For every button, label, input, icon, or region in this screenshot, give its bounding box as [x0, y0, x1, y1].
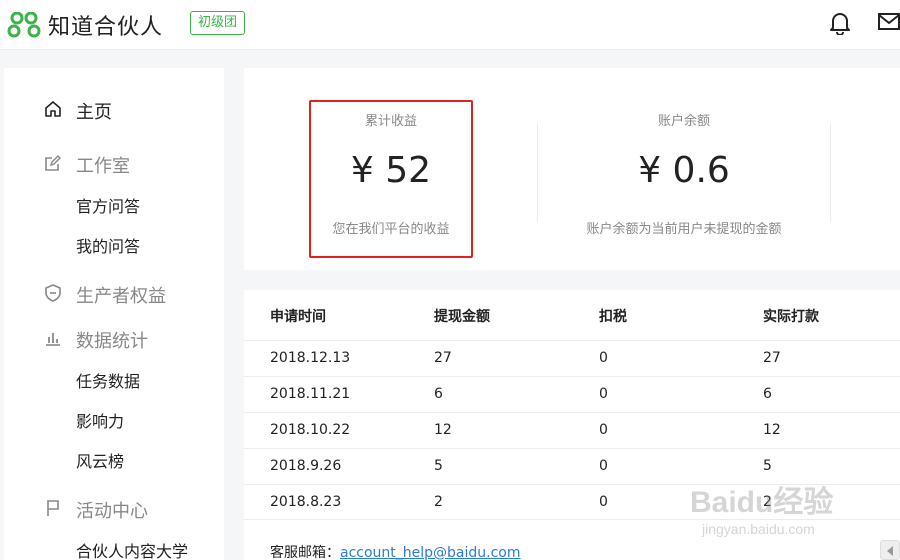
table-cell: 6	[434, 386, 443, 402]
sidebar-nav: 主页 工作室 官方问答 我的问答 生产者权益 数据统计 任务数据 影响力 风云榜…	[4, 68, 224, 560]
mail-icon[interactable]	[878, 13, 900, 35]
top-header: 知道合伙人 初级团	[0, 0, 900, 50]
logo-text: 知道合伙人	[48, 15, 164, 40]
table-cell: 6	[763, 386, 772, 402]
column-header-withdraw-amount: 提现金额	[434, 309, 490, 325]
table-cell: 0	[599, 422, 608, 438]
bar-chart-icon	[46, 333, 60, 346]
table-cell: 2018.8.23	[270, 494, 342, 510]
bell-icon[interactable]	[829, 11, 851, 39]
table-cell: 2	[434, 494, 443, 510]
stat-value: ¥ 0.6	[638, 150, 730, 191]
table-cell: 27	[434, 350, 452, 366]
scroll-left-button[interactable]	[880, 540, 900, 560]
table-cell: 0	[599, 386, 608, 402]
column-header-tax: 扣税	[599, 309, 627, 325]
stat-description: 账户余额为当前用户未提现的金额	[586, 222, 782, 237]
table-cell: 0	[599, 494, 608, 510]
edit-icon	[45, 155, 61, 171]
logo-icon	[7, 12, 41, 38]
stat-divider	[830, 123, 831, 223]
sidebar-item-label: 数据统计	[76, 331, 148, 352]
stat-total-earnings: 累计收益 ¥ 52 您在我们平台的收益	[309, 68, 473, 270]
support-email-link[interactable]: account_help@baidu.com	[340, 545, 521, 560]
baidu-jingyan-watermark: Baidu经验 jingyan.baidu.com	[690, 485, 833, 537]
level-badge: 初级团	[190, 11, 246, 35]
shield-icon	[45, 284, 61, 302]
table-cell: 0	[599, 350, 608, 366]
watermark-text: Baidu经验	[690, 485, 833, 519]
stat-title: 累计收益	[364, 114, 417, 129]
table-cell: 27	[763, 350, 781, 366]
table-row: 2018.11.21 6 0 6	[244, 376, 900, 412]
stat-divider	[537, 123, 538, 223]
table-row: 2018.12.13 27 0 27	[244, 340, 900, 376]
stat-title: 账户余额	[657, 114, 710, 129]
brand-logo[interactable]: 知道合伙人	[6, 9, 163, 41]
stat-description: 您在我们平台的收益	[332, 222, 450, 237]
column-header-actual-paid: 实际打款	[763, 309, 819, 325]
table-cell: 12	[434, 422, 452, 438]
stat-value: ¥ 52	[350, 150, 432, 191]
sidebar-subitem-leaderboard[interactable]: 风云榜	[76, 448, 124, 472]
sidebar-subitem-my-qa[interactable]: 我的问答	[76, 233, 140, 257]
earnings-summary-panel: 累计收益 ¥ 52 您在我们平台的收益 账户余额 ¥ 0.6 账户余额为当前用户…	[244, 68, 900, 270]
table-row: 2018.9.26 5 0 5	[244, 448, 900, 484]
table-cell: 2018.12.13	[270, 350, 351, 366]
table-cell: 0	[599, 458, 608, 474]
sidebar-subitem-content-university[interactable]: 合伙人内容大学	[76, 538, 188, 560]
sidebar-item-label: 活动中心	[76, 501, 148, 522]
table-cell: 2018.10.22	[270, 422, 351, 438]
table-row: 2018.10.22 12 0 12	[244, 412, 900, 448]
sidebar-subitem-influence[interactable]: 影响力	[76, 408, 124, 432]
home-icon	[45, 101, 61, 117]
column-header-apply-time: 申请时间	[270, 309, 326, 325]
sidebar-subitem-official-qa[interactable]: 官方问答	[76, 193, 140, 217]
sidebar-item-label: 工作室	[76, 156, 130, 177]
table-cell: 12	[763, 422, 781, 438]
support-email-line: 客服邮箱：account_help@baidu.com	[270, 542, 521, 560]
sidebar-item-label: 主页	[76, 102, 112, 123]
flag-icon	[47, 500, 59, 516]
table-cell: 2018.9.26	[270, 458, 342, 474]
watermark-subtext: jingyan.baidu.com	[701, 521, 815, 537]
table-cell: 5	[763, 458, 772, 474]
table-cell: 2018.11.21	[270, 386, 351, 402]
support-email-label: 客服邮箱：	[270, 545, 340, 560]
sidebar-subitem-task-data[interactable]: 任务数据	[76, 368, 140, 392]
stat-account-balance: 账户余额 ¥ 0.6 账户余额为当前用户未提现的金额	[564, 68, 804, 270]
sidebar-item-label: 生产者权益	[76, 286, 166, 307]
table-cell: 5	[434, 458, 443, 474]
